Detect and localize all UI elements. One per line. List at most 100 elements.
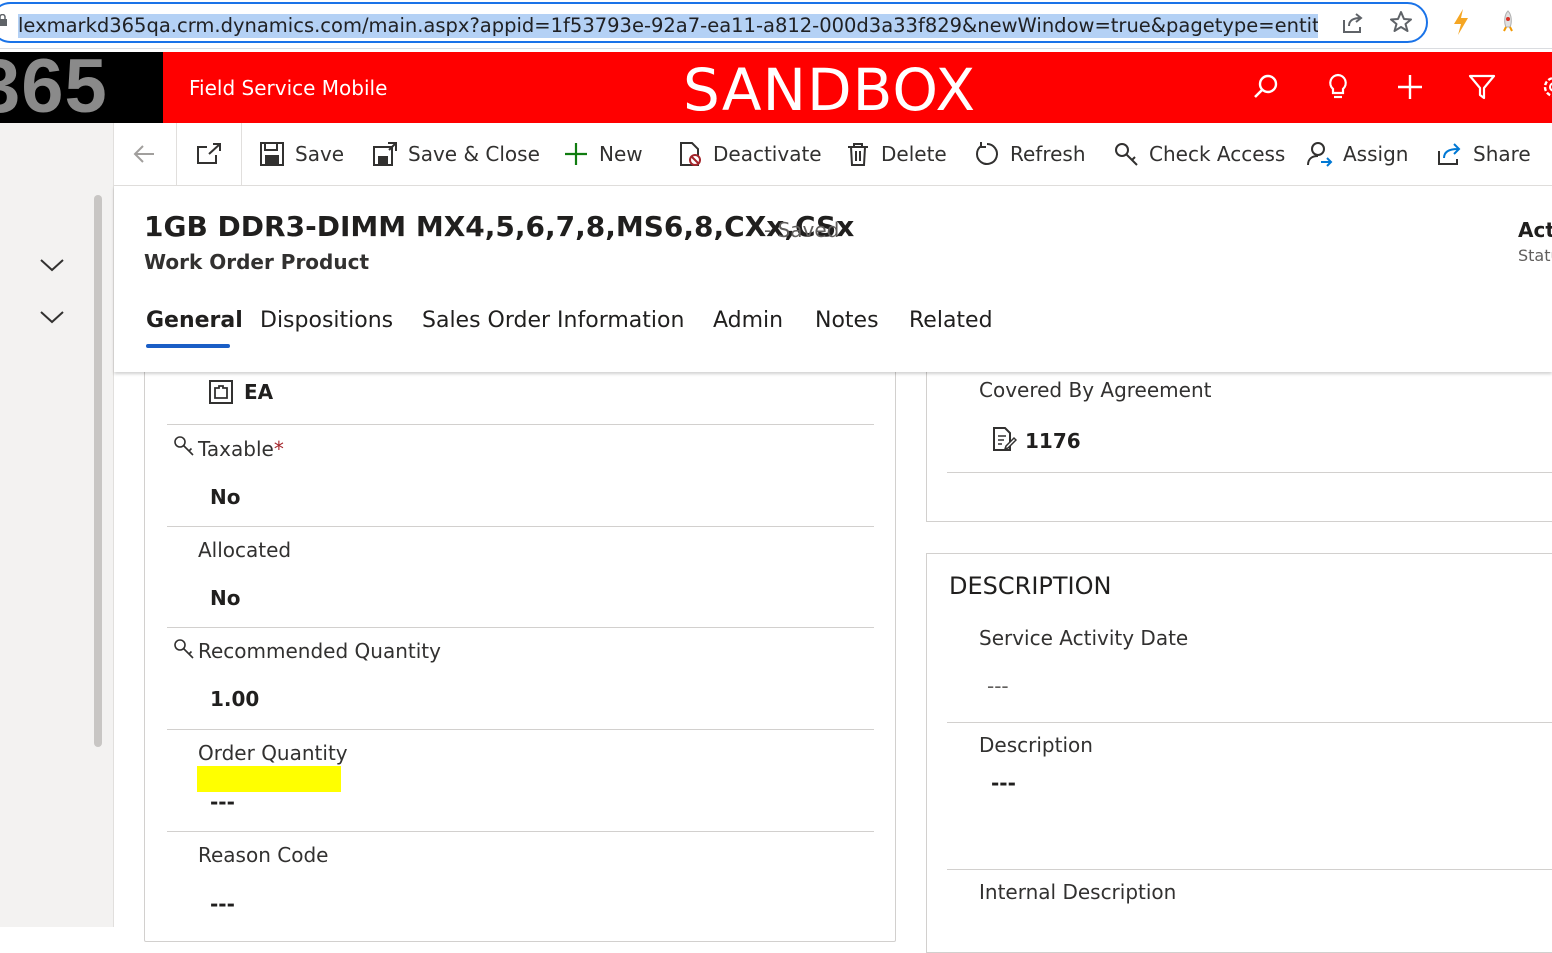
service-activity-date-value[interactable]: --- [987,674,1009,698]
d365-logo[interactable]: 365 [0,52,163,123]
share-label: Share [1473,142,1531,166]
order-quantity-value[interactable]: --- [210,790,235,814]
unit-row: EA [167,363,874,425]
extension-bolt-icon[interactable] [1450,8,1472,36]
tab-related[interactable]: Related [909,308,993,333]
trash-icon [848,143,868,166]
field-recommended-quantity: Recommended Quantity 1.00 [167,628,874,730]
save-close-label: Save & Close [408,142,540,166]
field-allocated: Allocated No [167,527,874,628]
star-icon[interactable] [1388,9,1414,35]
recommended-quantity-label: Recommended Quantity [198,639,441,663]
plus-icon [565,143,587,165]
covered-by-agreement-value[interactable]: 1176 [1025,429,1081,453]
share-button[interactable]: Share [1437,123,1531,185]
active-tab-indicator [146,344,230,348]
filter-icon[interactable] [1466,71,1498,103]
description-label: Description [979,733,1093,757]
field-covered-by-agreement: Covered By Agreement 1176 [947,363,1552,473]
save-close-button[interactable]: Save & Close [372,123,540,185]
deactivate-icon [680,142,701,166]
covered-by-agreement-label: Covered By Agreement [979,378,1212,402]
tab-general[interactable]: General [146,308,243,333]
header-status-label: Statu [1518,246,1552,265]
description-value[interactable]: --- [991,771,1016,795]
field-description: Description --- [947,723,1552,870]
reason-code-value[interactable]: --- [210,892,235,916]
service-activity-date-label: Service Activity Date [979,626,1189,650]
delete-label: Delete [881,142,947,166]
internal-description-label: Internal Description [979,880,1177,904]
address-bar-divider [0,48,1552,49]
refresh-button[interactable]: Refresh [974,123,1086,185]
unit-entity-icon [209,380,233,404]
app-top-bar: 365 Field Service Mobile SANDBOX [0,52,1552,124]
nav-scrollbar[interactable] [94,195,102,747]
settings-icon[interactable] [1538,71,1552,103]
refresh-label: Refresh [1010,142,1086,166]
tab-notes[interactable]: Notes [815,308,879,333]
tab-dispositions[interactable]: Dispositions [260,308,393,333]
url-field[interactable]: lexmarkd365qa.crm.dynamics.com/main.aspx… [0,2,1428,43]
description-section: DESCRIPTION Service Activity Date --- De… [926,553,1552,953]
back-arrow-icon [133,145,154,163]
field-taxable: Taxable* No [167,425,874,527]
open-new-window-button[interactable] [177,123,242,185]
record-title: 1GB DDR3-DIMM MX4,5,6,7,8,MS6,8,CXx,CSx [144,210,855,243]
agreement-document-icon [993,427,1017,451]
chevron-down-icon[interactable] [38,308,66,326]
recommended-quantity-value[interactable]: 1.00 [210,687,259,711]
app-name[interactable]: Field Service Mobile [189,76,387,100]
header-status-value: Act [1518,218,1552,242]
record-header: 1GB DDR3-DIMM MX4,5,6,7,8,MS6,8,CXx,CSx … [114,186,1552,372]
share-icon [1438,143,1461,165]
key-search-icon [1115,143,1138,166]
new-button[interactable]: New [563,123,643,185]
entity-name: Work Order Product [144,250,370,274]
assign-person-icon [1307,142,1333,167]
save-icon [260,142,284,166]
field-reason-code: Reason Code --- [167,832,874,942]
save-button[interactable]: Save [259,123,344,185]
unit-value[interactable]: EA [244,380,273,404]
logo-text: 365 [0,52,108,123]
left-navigation [0,123,114,927]
extension-rocket-icon[interactable] [1496,9,1520,35]
field-service-activity-date: Service Activity Date --- [947,616,1552,723]
lightbulb-icon[interactable] [1322,71,1354,103]
assign-button[interactable]: Assign [1307,123,1408,185]
taxable-value[interactable]: No [210,485,240,509]
tab-admin[interactable]: Admin [713,308,783,333]
browser-address-bar: lexmarkd365qa.crm.dynamics.com/main.aspx… [0,0,1552,50]
command-bar: Save Save & Close New Deactivate Delete [114,123,1552,186]
deactivate-button[interactable]: Deactivate [677,123,822,185]
check-access-button[interactable]: Check Access [1113,123,1285,185]
back-button[interactable] [114,123,177,185]
delete-button[interactable]: Delete [845,123,947,185]
chevron-down-icon[interactable] [38,256,66,274]
yellow-highlight-annotation [197,766,341,792]
popout-icon [197,143,221,164]
lock-icon[interactable] [0,14,7,26]
reason-code-label: Reason Code [198,843,329,867]
assign-label: Assign [1343,142,1409,166]
save-close-icon [373,142,397,166]
search-icon[interactable] [1250,71,1282,103]
form-body: EA Taxable* No Allocated No Recommended … [114,362,1552,953]
new-label: New [599,142,643,166]
plus-icon[interactable] [1394,71,1426,103]
required-marker: * [273,437,284,461]
deactivate-label: Deactivate [713,142,822,166]
url-text[interactable]: lexmarkd365qa.crm.dynamics.com/main.aspx… [18,14,1318,38]
refresh-icon [976,142,998,165]
allocated-value[interactable]: No [210,586,240,610]
agreement-section: Covered By Agreement 1176 [926,362,1552,522]
save-status: - Saved [764,218,840,242]
general-section: EA Taxable* No Allocated No Recommended … [144,362,896,942]
tab-sales-order-information[interactable]: Sales Order Information [422,308,684,333]
save-label: Save [295,142,345,166]
lock-key-icon [174,639,194,659]
share-page-icon[interactable] [1340,10,1366,36]
allocated-label: Allocated [198,538,292,562]
check-access-label: Check Access [1149,142,1286,166]
